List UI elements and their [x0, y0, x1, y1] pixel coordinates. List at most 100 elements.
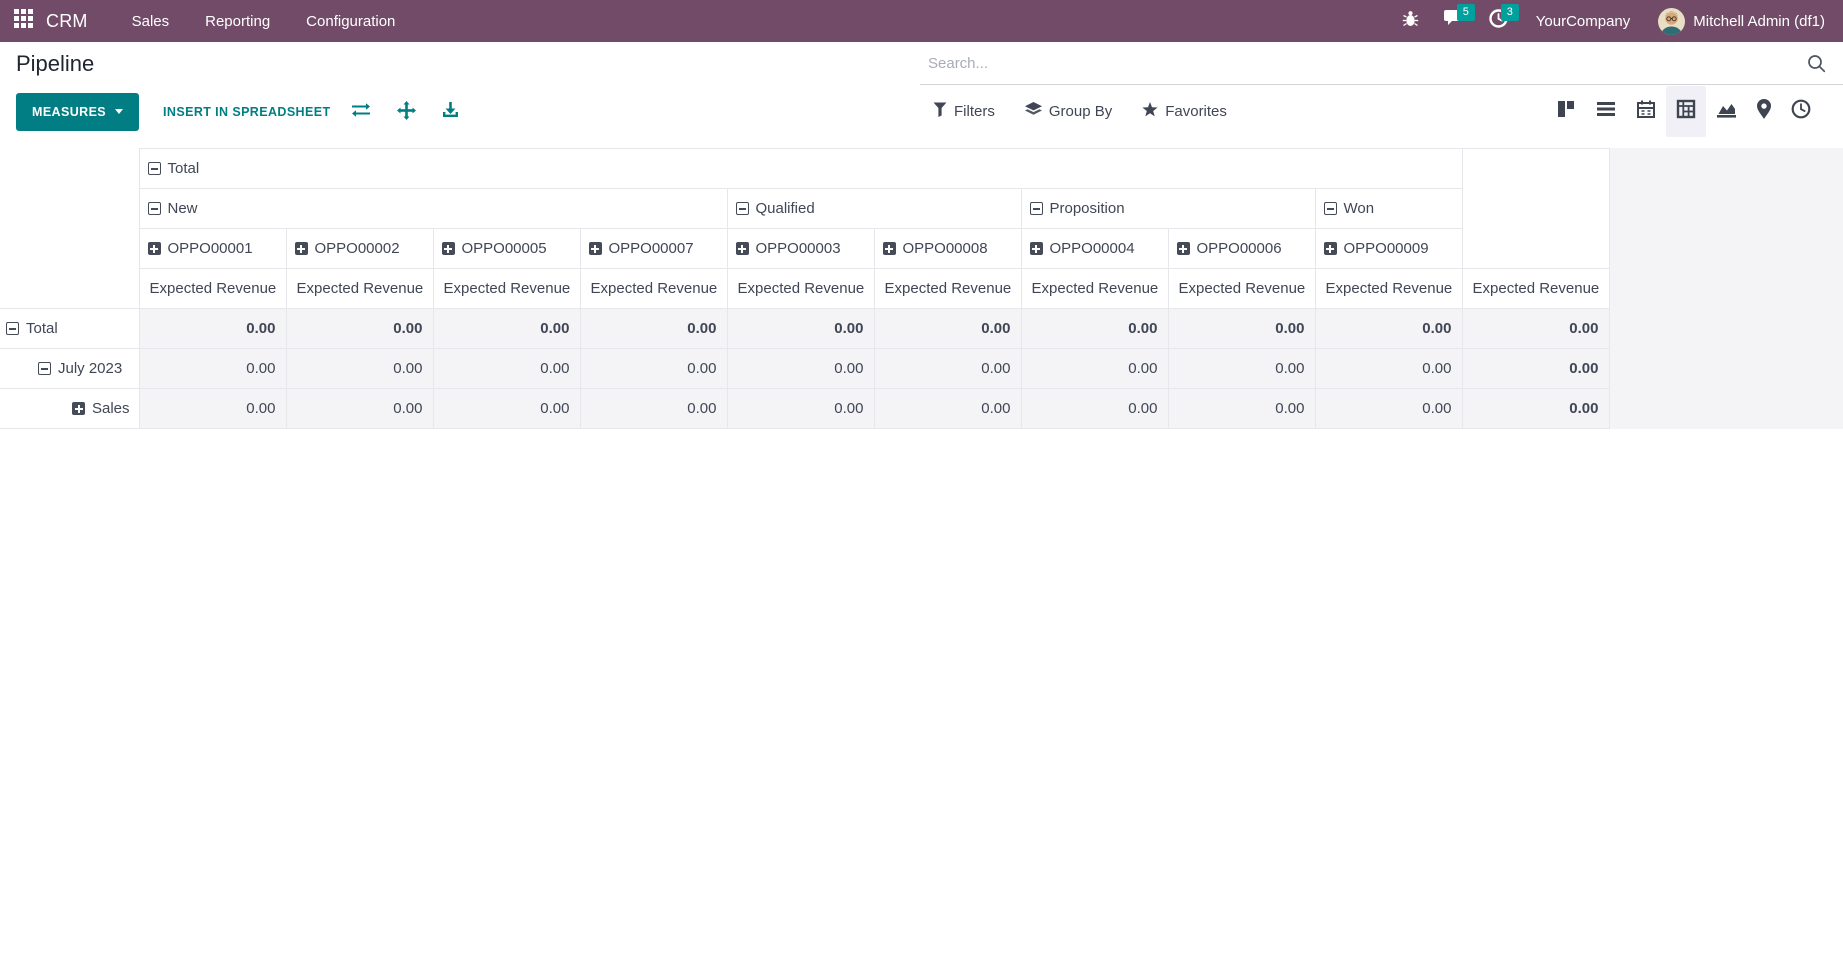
flip-axis-button[interactable]: [345, 96, 377, 127]
search-bar: [920, 42, 1843, 85]
pivot-cell: 0.00: [874, 349, 1021, 389]
measure-header[interactable]: Expected Revenue: [433, 269, 580, 309]
opportunity-label: OPPO00005: [462, 240, 547, 257]
pivot-cell-grand-total: 0.00: [1462, 309, 1609, 349]
col-header-opportunity[interactable]: OPPO00004: [1021, 229, 1168, 269]
expand-icon[interactable]: [883, 242, 896, 255]
row-header-july-2023[interactable]: July 2023: [0, 349, 139, 389]
view-activity-button[interactable]: [1781, 86, 1821, 137]
pivot-icon: [1676, 99, 1696, 124]
measure-header[interactable]: Expected Revenue: [1021, 269, 1168, 309]
view-list-button[interactable]: [1586, 87, 1626, 136]
col-group-label: Won: [1344, 200, 1375, 217]
search-input[interactable]: [920, 51, 1799, 76]
view-graph-button[interactable]: [1706, 87, 1747, 137]
col-group-qualified[interactable]: Qualified: [727, 189, 1021, 229]
measure-header[interactable]: Expected Revenue: [1168, 269, 1315, 309]
col-header-opportunity[interactable]: OPPO00001: [139, 229, 286, 269]
col-header-total-label: Total: [168, 160, 200, 177]
expand-icon[interactable]: [736, 242, 749, 255]
search-icon[interactable]: [1799, 54, 1843, 73]
debug-button[interactable]: [1394, 0, 1428, 42]
pivot-cell: 0.00: [1168, 349, 1315, 389]
company-switcher[interactable]: YourCompany: [1536, 13, 1631, 30]
pivot-corner-blank: [0, 149, 139, 189]
collapse-icon[interactable]: [1030, 202, 1043, 215]
menu-reporting[interactable]: Reporting: [189, 0, 286, 42]
pivot-cell: 0.00: [874, 309, 1021, 349]
col-group-won[interactable]: Won: [1315, 189, 1462, 229]
measure-header[interactable]: Expected Revenue: [139, 269, 286, 309]
expand-icon[interactable]: [442, 242, 455, 255]
download-button[interactable]: [436, 95, 465, 128]
pivot-cell: 0.00: [1168, 389, 1315, 429]
favorites-button[interactable]: Favorites: [1142, 102, 1227, 121]
view-map-button[interactable]: [1747, 86, 1781, 137]
expand-icon[interactable]: [1030, 242, 1043, 255]
measure-header[interactable]: Expected Revenue: [580, 269, 727, 309]
pivot-cell-grand-total: 0.00: [1462, 389, 1609, 429]
col-header-opportunity[interactable]: OPPO00008: [874, 229, 1021, 269]
col-group-proposition[interactable]: Proposition: [1021, 189, 1315, 229]
view-calendar-button[interactable]: [1626, 86, 1666, 137]
activities-button[interactable]: 3: [1482, 0, 1516, 42]
expand-all-button[interactable]: [391, 95, 422, 129]
expand-icon[interactable]: [295, 242, 308, 255]
apps-menu-button[interactable]: [0, 0, 46, 42]
pivot-view: Total New Qualified Proposition Won: [0, 148, 1843, 429]
measure-header[interactable]: Expected Revenue: [727, 269, 874, 309]
filters-label: Filters: [954, 103, 995, 120]
user-name: Mitchell Admin (df1): [1693, 13, 1825, 30]
pivot-cell: 0.00: [139, 389, 286, 429]
insert-in-spreadsheet-button[interactable]: INSERT IN SPREADSHEET: [163, 105, 330, 119]
collapse-icon[interactable]: [148, 162, 161, 175]
col-group-new[interactable]: New: [139, 189, 727, 229]
collapse-icon[interactable]: [6, 322, 19, 335]
user-menu[interactable]: Mitchell Admin (df1): [1658, 8, 1831, 35]
col-header-opportunity[interactable]: OPPO00003: [727, 229, 874, 269]
expand-icon[interactable]: [1324, 242, 1337, 255]
group-by-button[interactable]: Group By: [1025, 102, 1112, 121]
pivot-cell: 0.00: [286, 309, 433, 349]
pivot-cell: 0.00: [1168, 309, 1315, 349]
pivot-cell: 0.00: [1315, 349, 1462, 389]
expand-all-icon: [397, 101, 416, 123]
measure-header[interactable]: Expected Revenue: [1315, 269, 1462, 309]
grand-total-column-header[interactable]: [1462, 149, 1609, 269]
col-header-opportunity[interactable]: OPPO00006: [1168, 229, 1315, 269]
measures-button[interactable]: MEASURES: [16, 93, 139, 131]
menu-configuration[interactable]: Configuration: [290, 0, 411, 42]
funnel-icon: [933, 102, 947, 121]
row-label: Total: [26, 320, 58, 337]
col-group-label: Proposition: [1050, 200, 1125, 217]
map-pin-icon: [1757, 99, 1771, 124]
expand-icon[interactable]: [72, 402, 85, 415]
filters-button[interactable]: Filters: [933, 102, 995, 121]
col-header-opportunity[interactable]: OPPO00002: [286, 229, 433, 269]
opportunity-label: OPPO00004: [1050, 240, 1135, 257]
expand-icon[interactable]: [589, 242, 602, 255]
row-header-total[interactable]: Total: [0, 309, 139, 349]
collapse-icon[interactable]: [1324, 202, 1337, 215]
collapse-icon[interactable]: [38, 362, 51, 375]
measure-header[interactable]: Expected Revenue: [874, 269, 1021, 309]
measure-header[interactable]: Expected Revenue: [286, 269, 433, 309]
row-header-sales[interactable]: Sales: [0, 389, 139, 429]
collapse-icon[interactable]: [148, 202, 161, 215]
view-switcher: [1546, 86, 1843, 137]
col-header-opportunity[interactable]: OPPO00007: [580, 229, 727, 269]
expand-icon[interactable]: [1177, 242, 1190, 255]
collapse-icon[interactable]: [736, 202, 749, 215]
messages-button[interactable]: 5: [1438, 0, 1472, 42]
view-kanban-button[interactable]: [1546, 86, 1586, 137]
col-header-opportunity[interactable]: OPPO00005: [433, 229, 580, 269]
menu-sales[interactable]: Sales: [116, 0, 186, 42]
current-app-name[interactable]: CRM: [46, 11, 88, 32]
view-pivot-button[interactable]: [1666, 86, 1706, 137]
opportunity-label: OPPO00003: [756, 240, 841, 257]
measure-header[interactable]: Expected Revenue: [1462, 269, 1609, 309]
col-header-opportunity[interactable]: OPPO00009: [1315, 229, 1462, 269]
col-header-total[interactable]: Total: [139, 149, 1462, 189]
control-panel: Pipeline: [0, 42, 1843, 85]
expand-icon[interactable]: [148, 242, 161, 255]
